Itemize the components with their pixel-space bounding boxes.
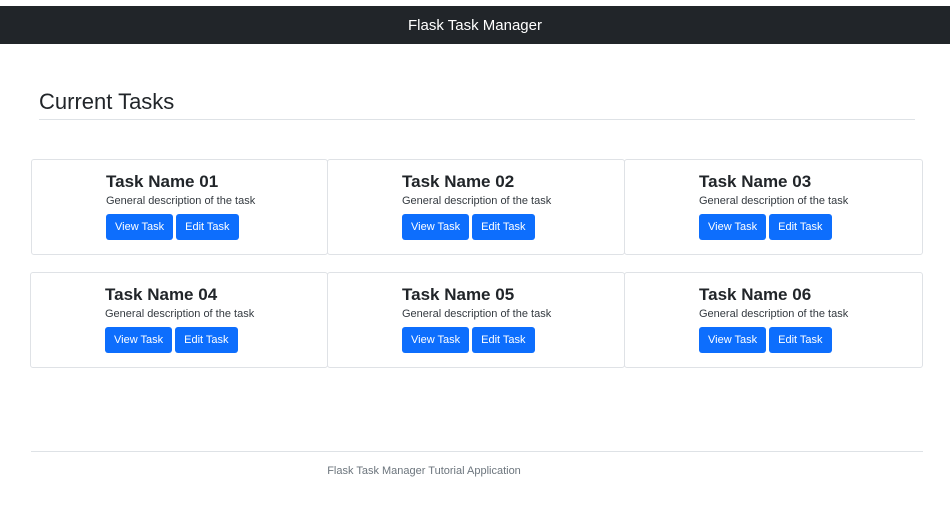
task-description: General description of the task [105,308,255,320]
task-card-body: Task Name 01 General description of the … [106,172,255,240]
page-title: Current Tasks [39,89,175,114]
task-card-body: Task Name 03 General description of the … [699,172,848,240]
task-card: Task Name 03 General description of the … [624,159,923,255]
task-card: Task Name 06 General description of the … [624,272,923,368]
view-task-button[interactable]: View Task [699,327,767,353]
task-actions: View Task Edit Task [402,214,551,240]
task-actions: View Task Edit Task [699,327,848,353]
task-card: Task Name 05 General description of the … [327,272,625,368]
task-card: Task Name 01 General description of the … [31,159,328,255]
view-task-button[interactable]: View Task [105,327,173,353]
edit-task-button[interactable]: Edit Task [769,327,832,353]
footer-text: Flask Task Manager Tutorial Application [327,465,521,477]
edit-task-button[interactable]: Edit Task [175,327,238,353]
task-actions: View Task Edit Task [105,327,254,353]
task-title: Task Name 02 [402,172,515,191]
edit-task-button[interactable]: Edit Task [769,214,832,240]
task-card: Task Name 02 General description of the … [327,159,625,255]
task-card: Task Name 04 General description of the … [30,272,328,368]
view-task-button[interactable]: View Task [106,214,174,240]
task-card-body: Task Name 04 General description of the … [105,285,254,353]
task-title: Task Name 03 [699,172,812,191]
edit-task-button[interactable]: Edit Task [176,214,239,240]
edit-task-button[interactable]: Edit Task [472,214,535,240]
navbar-brand[interactable]: Flask Task Manager [408,17,542,34]
task-description: General description of the task [402,195,552,207]
task-description: General description of the task [699,308,849,320]
task-title: Task Name 06 [699,285,812,304]
task-actions: View Task Edit Task [402,327,551,353]
view-task-button[interactable]: View Task [699,214,767,240]
task-description: General description of the task [106,195,256,207]
task-card-body: Task Name 06 General description of the … [699,285,848,353]
footer-divider [31,451,923,452]
title-divider [39,119,915,120]
task-actions: View Task Edit Task [106,214,255,240]
task-title: Task Name 05 [402,285,515,304]
view-task-button[interactable]: View Task [402,214,470,240]
edit-task-button[interactable]: Edit Task [472,327,535,353]
task-actions: View Task Edit Task [699,214,848,240]
view-task-button[interactable]: View Task [402,327,470,353]
task-card-body: Task Name 02 General description of the … [402,172,551,240]
task-card-body: Task Name 05 General description of the … [402,285,551,353]
task-title: Task Name 04 [105,285,218,304]
task-description: General description of the task [699,195,849,207]
task-title: Task Name 01 [106,172,219,191]
task-description: General description of the task [402,308,552,320]
navbar: Flask Task Manager [0,6,950,44]
task-grid: Task Name 01 General description of the … [30,159,923,368]
